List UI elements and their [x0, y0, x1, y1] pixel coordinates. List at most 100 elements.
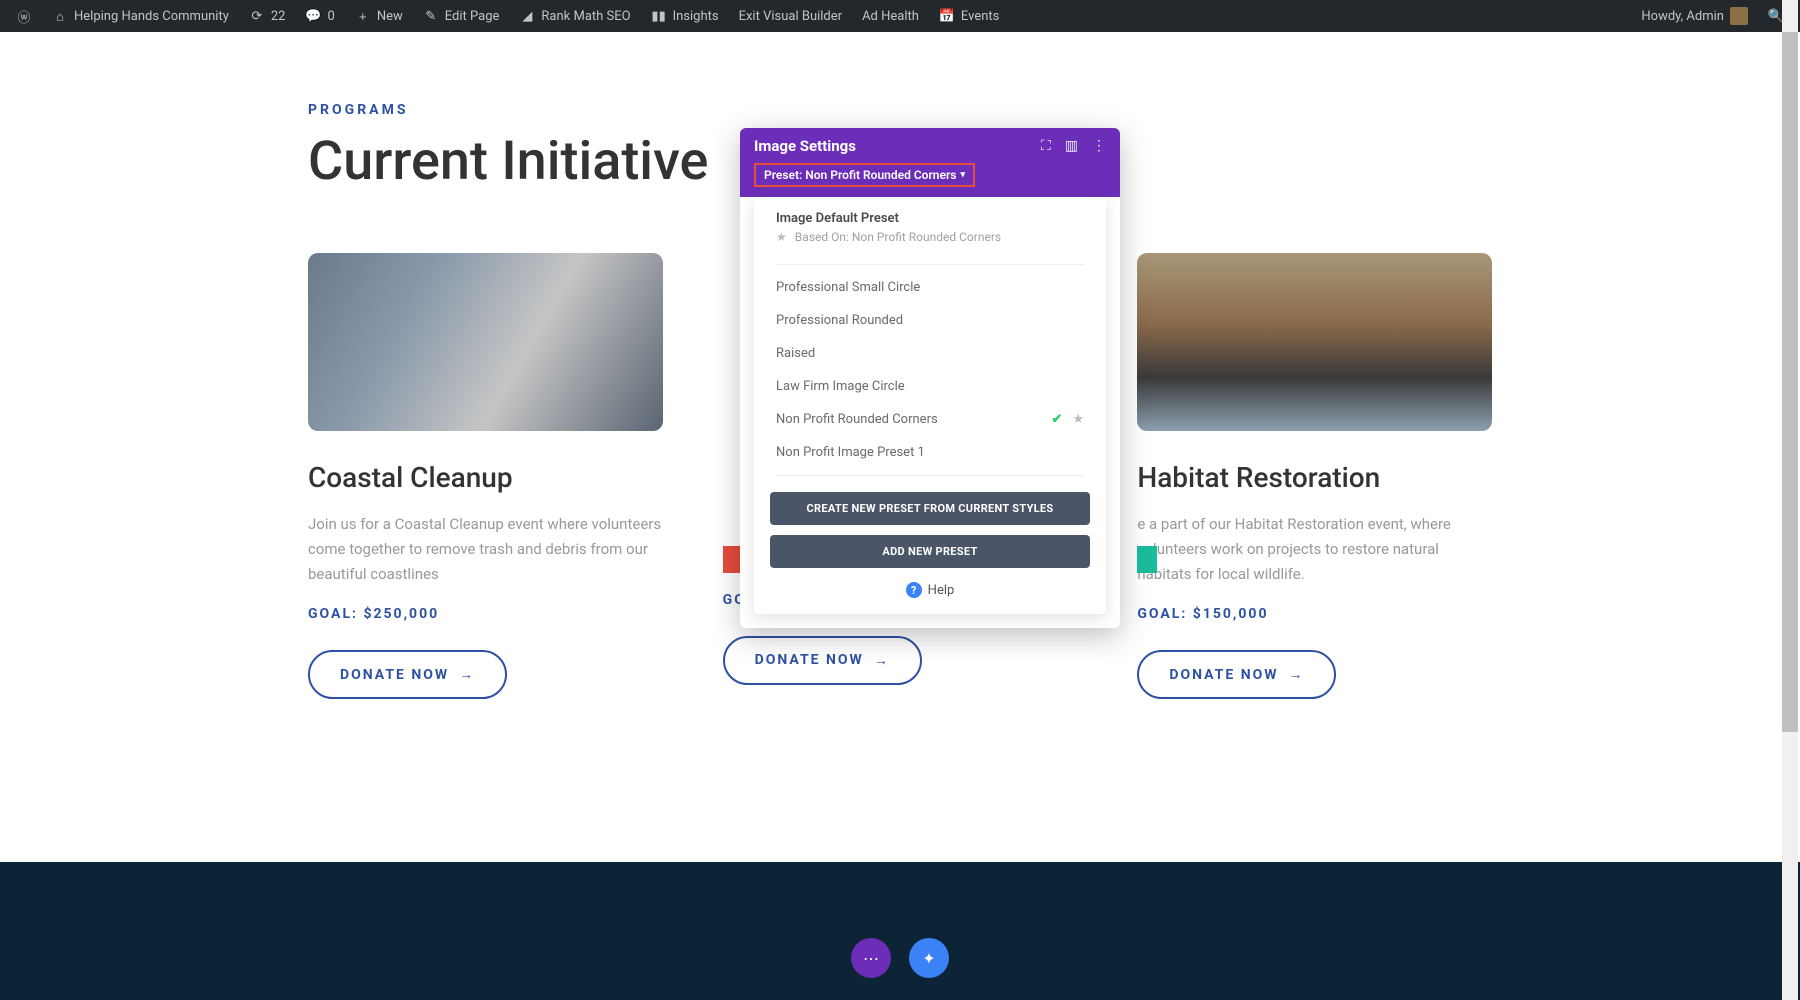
adhealth-label: Ad Health [862, 9, 919, 24]
plus-icon: + [355, 8, 371, 24]
edit-label: Edit Page [445, 9, 500, 24]
card-desc: e a part of our Habitat Restoration even… [1137, 512, 1492, 586]
admin-bar-left: ⓦ ⌂Helping Hands Community ⟳22 💬0 +New ✎… [8, 0, 1007, 32]
howdy-label: Howdy, Admin [1641, 9, 1724, 24]
preset-item-label: Non Profit Rounded Corners [776, 412, 938, 427]
based-on-row: ★ Based On: Non Profit Rounded Corners [754, 230, 1106, 258]
help-label: Help [928, 583, 955, 598]
preset-item-label: Non Profit Image Preset 1 [776, 445, 925, 460]
pencil-icon: ✎ [423, 8, 439, 24]
wp-admin-bar: ⓦ ⌂Helping Hands Community ⟳22 💬0 +New ✎… [0, 0, 1800, 32]
star-icon: ★ [776, 230, 787, 244]
kebab-icon[interactable]: ⋮ [1092, 138, 1106, 154]
site-name-label: Helping Hands Community [74, 9, 229, 24]
add-preset-button[interactable]: ADD NEW PRESET [770, 535, 1090, 568]
help-link[interactable]: ? Help [754, 568, 1106, 604]
arrow-icon: → [1288, 666, 1304, 683]
rank-math[interactable]: ◢ Rank Math SEO [511, 0, 638, 32]
calendar-icon: 📅 [939, 8, 955, 24]
card-coastal: Coastal Cleanup Join us for a Coastal Cl… [308, 253, 663, 699]
exit-vb[interactable]: Exit Visual Builder [731, 0, 850, 32]
divider [776, 475, 1084, 476]
events[interactable]: 📅 Events [931, 0, 1007, 32]
bar-icon: ▮▮ [651, 8, 667, 24]
footer-band [0, 862, 1800, 1000]
card-habitat: Habitat Restoration e a part of our Habi… [1137, 253, 1492, 699]
home-icon: ⌂ [52, 8, 68, 24]
eyebrow: PROGRAMS [300, 102, 1500, 118]
card-image[interactable] [1137, 253, 1492, 431]
card-image[interactable] [308, 253, 663, 431]
events-label: Events [961, 9, 999, 24]
preset-label: Preset: Non Profit Rounded Corners [764, 168, 956, 182]
ad-health[interactable]: Ad Health [854, 0, 927, 32]
updates-count: 22 [271, 9, 286, 24]
sparkle-icon: ✦ [922, 949, 935, 968]
star-icon[interactable]: ★ [1072, 412, 1084, 427]
admin-bar-right: Howdy, Admin 🔍 [1633, 0, 1792, 32]
preset-item[interactable]: Professional Rounded [754, 304, 1106, 337]
columns-icon[interactable]: ▥ [1065, 138, 1078, 154]
site-name[interactable]: ⌂ Helping Hands Community [44, 0, 237, 32]
insights[interactable]: ▮▮ Insights [643, 0, 727, 32]
preset-item-label: Professional Rounded [776, 313, 903, 328]
updates[interactable]: ⟳ 22 [241, 0, 294, 32]
arrow-icon: → [874, 652, 890, 669]
chevron-down-icon: ▾ [960, 170, 965, 180]
based-on-label: Based On: Non Profit Rounded Corners [795, 230, 1001, 244]
divi-ai-fab[interactable]: ✦ [909, 938, 949, 978]
fab-row: ⋯ ✦ [851, 938, 949, 978]
expand-icon[interactable]: ⛶ [1041, 138, 1051, 154]
image-settings-modal: Image Settings ⛶ ▥ ⋮ Preset: Non Profit … [740, 128, 1120, 628]
wordpress-icon: ⓦ [16, 8, 32, 24]
new-label: New [377, 9, 403, 24]
teal-accent [1137, 546, 1157, 573]
insights-label: Insights [673, 9, 719, 24]
donate-label: DONATE NOW [755, 652, 864, 668]
scrollbar-thumb[interactable] [1782, 32, 1798, 732]
avatar [1730, 7, 1748, 25]
comments[interactable]: 💬0 [298, 0, 343, 32]
dots-icon: ⋯ [863, 949, 879, 968]
donate-label: DONATE NOW [340, 667, 449, 683]
wp-logo[interactable]: ⓦ [8, 0, 40, 32]
create-preset-button[interactable]: CREATE NEW PRESET FROM CURRENT STYLES [770, 492, 1090, 525]
donate-button[interactable]: DONATE NOW → [723, 636, 922, 685]
edit-page[interactable]: ✎ Edit Page [415, 0, 508, 32]
card-title: Habitat Restoration [1137, 461, 1492, 494]
comment-icon: 💬 [306, 8, 322, 24]
divider [776, 264, 1084, 265]
preset-item-active[interactable]: Non Profit Rounded Corners ✔ ★ [754, 403, 1106, 436]
preset-item-label: Professional Small Circle [776, 280, 920, 295]
comments-count: 0 [328, 9, 335, 24]
card-goal: GOAL: $250,000 [308, 606, 663, 622]
default-preset-title[interactable]: Image Default Preset [754, 211, 1106, 230]
divi-menu-fab[interactable]: ⋯ [851, 938, 891, 978]
exit-label: Exit Visual Builder [739, 9, 842, 24]
preset-item[interactable]: Professional Small Circle [754, 271, 1106, 304]
refresh-icon: ⟳ [249, 8, 265, 24]
preset-item-label: Raised [776, 346, 815, 361]
card-desc: Join us for a Coastal Cleanup event wher… [308, 512, 663, 586]
preset-item[interactable]: Raised [754, 337, 1106, 370]
new[interactable]: + New [347, 0, 411, 32]
rank-label: Rank Math SEO [541, 9, 630, 24]
preset-selector[interactable]: Preset: Non Profit Rounded Corners ▾ [754, 163, 975, 187]
chart-icon: ◢ [519, 8, 535, 24]
howdy[interactable]: Howdy, Admin [1633, 0, 1756, 32]
preset-item[interactable]: Non Profit Image Preset 1 [754, 436, 1106, 469]
help-icon: ? [906, 582, 922, 598]
check-icon: ✔ [1051, 412, 1062, 427]
arrow-icon: → [459, 666, 475, 683]
modal-title: Image Settings [754, 137, 856, 155]
card-title: Coastal Cleanup [308, 461, 663, 494]
card-goal: GOAL: $150,000 [1137, 606, 1492, 622]
preset-dropdown: Image Default Preset ★ Based On: Non Pro… [754, 197, 1106, 614]
scrollbar[interactable] [1782, 0, 1798, 1000]
preset-item-label: Law Firm Image Circle [776, 379, 905, 394]
donate-label: DONATE NOW [1169, 667, 1278, 683]
modal-header[interactable]: Image Settings ⛶ ▥ ⋮ Preset: Non Profit … [740, 128, 1120, 197]
donate-button[interactable]: DONATE NOW → [308, 650, 507, 699]
donate-button[interactable]: DONATE NOW → [1137, 650, 1336, 699]
preset-item[interactable]: Law Firm Image Circle [754, 370, 1106, 403]
